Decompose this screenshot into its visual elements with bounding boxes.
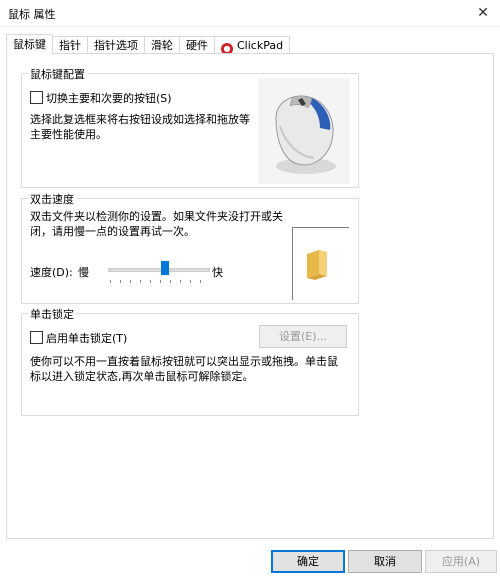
speed-tick bbox=[200, 280, 201, 283]
speed-tick bbox=[150, 280, 151, 283]
mouse-icon bbox=[275, 95, 336, 174]
title-bar: 鼠标 属性 ✕ bbox=[0, 0, 500, 27]
ok-button[interactable]: 确定 bbox=[271, 550, 345, 573]
speed-tick bbox=[120, 280, 121, 283]
click-lock-checkbox[interactable] bbox=[30, 331, 43, 344]
speed-tick bbox=[190, 280, 191, 283]
speed-tick bbox=[180, 280, 181, 283]
double-click-description: 双击文件夹以检测你的设置。如果文件夹没打开或关闭，请用慢一点的设置再试一次。 bbox=[30, 210, 283, 238]
speed-slider-track[interactable] bbox=[108, 268, 210, 272]
click-lock-settings-button[interactable]: 设置(E)... bbox=[259, 325, 347, 348]
switch-buttons-checkbox[interactable] bbox=[30, 91, 43, 104]
click-lock-checkbox-row[interactable]: 启用单击锁定(T) bbox=[30, 330, 127, 346]
tab-strip: 鼠标键 指针 指针选项 滑轮 硬件 ● ClickPad bbox=[6, 34, 291, 55]
click-lock-group: 单击锁定 启用单击锁定(T) 设置(E)... 使你可以不用一直按着鼠标按钮就可… bbox=[21, 306, 359, 416]
speed-tick bbox=[130, 280, 131, 283]
cancel-button[interactable]: 取消 bbox=[348, 550, 422, 573]
tab-panel: 鼠标键配置 切换主要和次要的按钮(S) 选择此复选框来将右按钮设成如选择和拖放等… bbox=[6, 53, 494, 539]
button-config-title: 鼠标键配置 bbox=[28, 66, 87, 82]
switch-buttons-label: 切换主要和次要的按钮(S) bbox=[46, 92, 172, 105]
switch-buttons-checkbox-row[interactable]: 切换主要和次要的按钮(S) bbox=[30, 90, 172, 106]
tab-wheel[interactable]: 滑轮 bbox=[144, 36, 180, 54]
tab-clickpad-label: ClickPad bbox=[237, 39, 284, 52]
speed-slider-thumb[interactable] bbox=[161, 261, 169, 275]
speed-tick bbox=[170, 280, 171, 283]
speed-fast-label: 快 bbox=[212, 266, 223, 279]
mouse-image bbox=[258, 78, 350, 184]
click-lock-title: 单击锁定 bbox=[28, 306, 76, 322]
click-lock-label: 启用单击锁定(T) bbox=[46, 332, 128, 345]
tab-pointers[interactable]: 指针 bbox=[52, 36, 88, 54]
tab-pointer-options[interactable]: 指针选项 bbox=[87, 36, 145, 54]
window-title: 鼠标 属性 bbox=[8, 8, 56, 21]
speed-label: 速度(D): bbox=[30, 266, 73, 279]
speed-tick bbox=[160, 280, 161, 283]
test-folder-area[interactable] bbox=[292, 227, 349, 300]
double-click-title: 双击速度 bbox=[28, 191, 76, 207]
speed-tick bbox=[110, 280, 111, 283]
tab-mouse-buttons[interactable]: 鼠标键 bbox=[6, 34, 53, 54]
double-click-group: 双击速度 双击文件夹以检测你的设置。如果文件夹没打开或关闭，请用慢一点的设置再试… bbox=[21, 191, 359, 304]
close-icon[interactable]: ✕ bbox=[466, 0, 500, 26]
tab-clickpad[interactable]: ● ClickPad bbox=[214, 36, 291, 55]
speed-tick bbox=[140, 280, 141, 283]
click-lock-description: 使你可以不用一直按着鼠标按钮就可以突出显示或拖拽。单击鼠标以进入锁定状态,再次单… bbox=[30, 355, 338, 383]
apply-button[interactable]: 应用(A) bbox=[425, 550, 497, 573]
button-config-group: 鼠标键配置 切换主要和次要的按钮(S) 选择此复选框来将右按钮设成如选择和拖放等… bbox=[21, 66, 359, 188]
button-config-description: 选择此复选框来将右按钮设成如选择和拖放等主要性能使用。 bbox=[30, 113, 250, 141]
tab-hardware[interactable]: 硬件 bbox=[179, 36, 215, 54]
folder-icon[interactable] bbox=[293, 228, 349, 300]
speed-slow-label: 慢 bbox=[78, 266, 89, 279]
